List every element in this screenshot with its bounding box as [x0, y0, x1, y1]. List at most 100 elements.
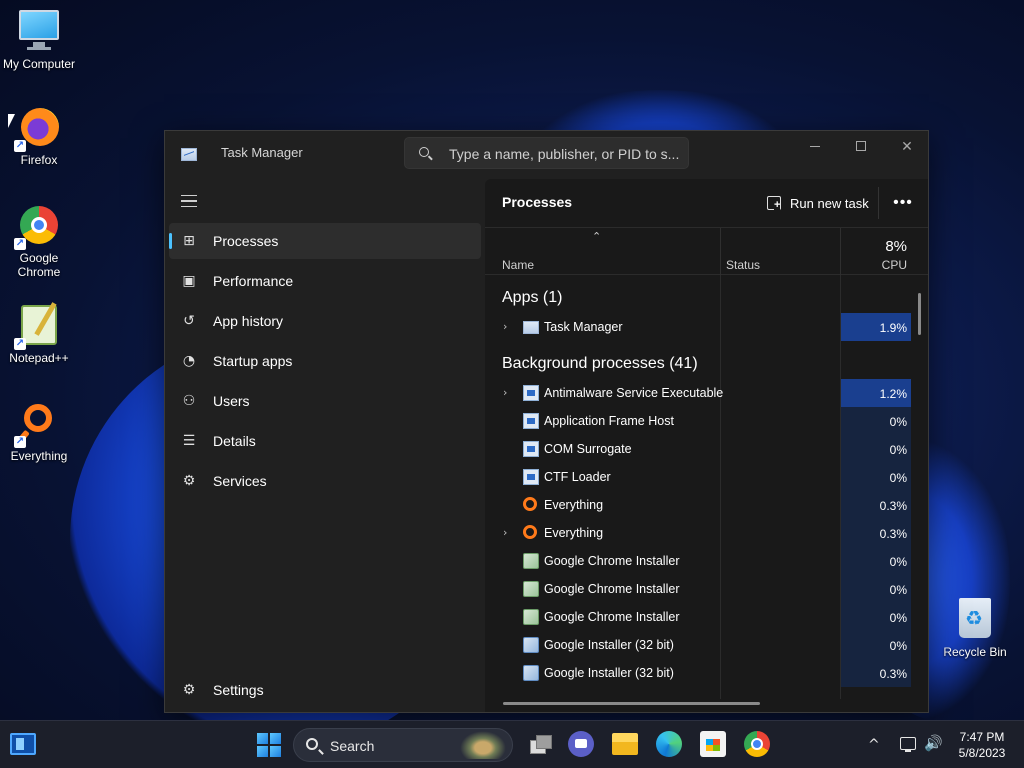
sidebar-item-users[interactable]: ⚇ Users	[169, 383, 481, 419]
process-cpu-value: 0%	[841, 407, 911, 435]
expand-chevron-icon[interactable]: ›	[503, 320, 507, 333]
chrome-icon: ↗	[14, 202, 62, 250]
store-icon[interactable]	[700, 731, 726, 757]
hamburger-menu-icon[interactable]	[181, 195, 197, 207]
column-header-cpu[interactable]: CPU	[840, 258, 907, 272]
table-row[interactable]: Google Installer (32 bit) 0%	[485, 631, 915, 659]
sidebar-item-label: Performance	[213, 273, 294, 289]
desktop-icon-google-chrome[interactable]: ↗ Google Chrome	[1, 202, 77, 279]
sidebar-item-settings[interactable]: ⚙ Settings	[169, 672, 481, 708]
column-divider[interactable]	[720, 228, 721, 276]
vertical-scrollbar[interactable]	[918, 293, 921, 335]
chat-icon[interactable]	[568, 731, 594, 757]
process-name: Google Chrome Installer	[544, 554, 680, 568]
process-name: Application Frame Host	[544, 414, 674, 428]
sidebar-item-app-history[interactable]: ↺ App history	[169, 303, 481, 339]
process-cpu-value: 0%	[841, 631, 911, 659]
process-name: Antimalware Service Executable	[544, 386, 724, 400]
expand-chevron-icon[interactable]: ›	[503, 526, 507, 539]
process-cpu-value: 0%	[841, 435, 911, 463]
expand-chevron-icon[interactable]: ›	[503, 386, 507, 399]
process-list: Apps (1) Background processes (41) › Task…	[485, 275, 928, 699]
desktop-icon-label: Notepad++	[9, 351, 69, 365]
process-name: Everything	[544, 526, 604, 540]
task-manager-icon	[523, 321, 539, 334]
tray-overflow-chevron-icon[interactable]: ^	[868, 737, 880, 753]
file-explorer-icon[interactable]	[612, 733, 638, 755]
volume-icon[interactable]: 🔊	[924, 734, 943, 752]
search-icon	[306, 738, 318, 750]
cpu-total-value[interactable]: 8%	[840, 238, 907, 255]
everything-search-icon: ↗	[14, 400, 62, 448]
sidebar-item-details[interactable]: ☰ Details	[169, 423, 481, 459]
sidebar-item-performance[interactable]: ▣ Performance	[169, 263, 481, 299]
table-row[interactable]: › Task Manager 1.9%	[485, 313, 915, 341]
taskbar: Search ^ 🔊 7:47 PM 5/8/2023	[0, 720, 1024, 768]
chrome-icon[interactable]	[744, 731, 770, 757]
table-row[interactable]: Application Frame Host 0%	[485, 407, 915, 435]
column-header-status[interactable]: Status	[726, 258, 760, 272]
process-name: Everything	[544, 498, 604, 512]
run-task-icon	[767, 196, 781, 211]
desktop-icon-notepad-plus-plus[interactable]: ↗ Notepad++	[1, 302, 77, 365]
table-row[interactable]: › Everything 0.3%	[485, 519, 915, 547]
run-new-task-button[interactable]: Run new task	[767, 191, 869, 215]
processes-icon: ⊞	[183, 233, 195, 249]
table-row[interactable]: Google Chrome Installer 0%	[485, 603, 915, 631]
minimize-icon	[810, 145, 820, 147]
installer-icon	[523, 609, 539, 625]
maximize-button[interactable]	[838, 131, 884, 161]
column-header-name[interactable]: Name	[502, 258, 534, 272]
settings-gear-icon: ⚙	[182, 682, 196, 698]
table-row[interactable]: Google Chrome Installer 0%	[485, 547, 915, 575]
start-button[interactable]	[257, 733, 281, 757]
start-icon	[257, 733, 268, 744]
close-button[interactable]: ✕	[884, 131, 928, 161]
process-name: Google Chrome Installer	[544, 582, 680, 596]
pane-header: Processes Run new task •••	[485, 179, 928, 227]
more-options-button[interactable]: •••	[890, 191, 916, 215]
window-app-icon	[523, 441, 539, 457]
network-icon[interactable]	[900, 737, 916, 752]
desktop-icon-my-computer[interactable]: My Computer	[1, 8, 77, 71]
table-row[interactable]: › Antimalware Service Executable 1.2%	[485, 379, 915, 407]
process-name: COM Surrogate	[544, 442, 632, 456]
horizontal-scrollbar[interactable]	[503, 702, 760, 705]
table-row[interactable]: COM Surrogate 0%	[485, 435, 915, 463]
table-row[interactable]: Google Installer (32 bit) 0.3%	[485, 659, 915, 687]
desktop-icon-label: Firefox	[20, 153, 58, 167]
taskbar-clock[interactable]: 7:47 PM 5/8/2023	[948, 729, 1016, 761]
table-row[interactable]: Google Chrome Installer 0%	[485, 575, 915, 603]
desktop-icon-label: Everything	[10, 449, 68, 463]
shortcut-arrow-icon: ↗	[14, 238, 26, 250]
firefox-icon: ↗	[14, 104, 62, 152]
process-search-input[interactable]	[449, 143, 681, 165]
sidebar-item-services[interactable]: ⚙ Services	[169, 463, 481, 499]
users-icon: ⚇	[182, 393, 196, 409]
divider	[878, 187, 879, 219]
sidebar-item-processes[interactable]: ⊞ Processes	[169, 223, 481, 259]
desktop-icon-recycle-bin[interactable]: Recycle Bin	[937, 596, 1013, 659]
process-cpu-value: 0%	[841, 463, 911, 491]
sidebar-item-startup-apps[interactable]: ◔ Startup apps	[169, 343, 481, 379]
table-row[interactable]: CTF Loader 0%	[485, 463, 915, 491]
sidebar-item-label: Processes	[213, 233, 279, 249]
minimize-button[interactable]	[792, 131, 838, 161]
start-icon	[257, 746, 268, 757]
taskbar-search-box[interactable]: Search	[293, 728, 513, 762]
table-row[interactable]: Everything 0.3%	[485, 491, 915, 519]
title-bar[interactable]: Task Manager ✕	[165, 131, 928, 179]
everything-search-icon	[523, 497, 537, 511]
monitor-icon	[16, 8, 62, 54]
widgets-icon[interactable]	[10, 733, 36, 755]
sidebar-item-label: Startup apps	[213, 353, 293, 369]
google-installer-icon	[523, 665, 539, 681]
process-search-box[interactable]	[404, 137, 689, 169]
edge-icon[interactable]	[656, 731, 682, 757]
process-cpu-value: 0%	[841, 603, 911, 631]
taskbar-search-label: Search	[330, 738, 375, 754]
task-manager-icon	[181, 148, 197, 161]
desktop-icon-everything[interactable]: ↗ Everything	[1, 400, 77, 463]
process-cpu-value: 1.2%	[841, 379, 911, 407]
task-view-icon[interactable]	[527, 731, 553, 757]
